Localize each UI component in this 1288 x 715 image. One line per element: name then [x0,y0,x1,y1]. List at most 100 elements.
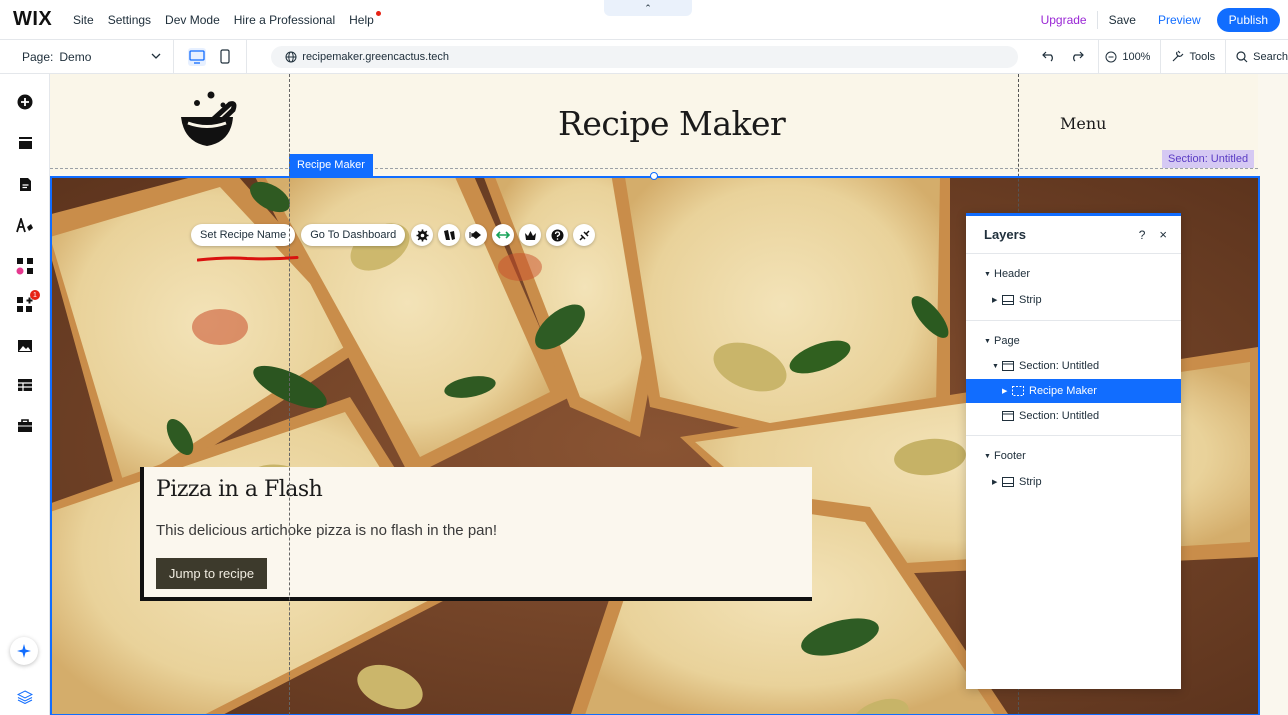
layer-label: Section: Untitled [1019,410,1100,422]
red-annotation-underline [196,250,299,268]
layer-header[interactable]: ▼ Header [966,262,1181,286]
menu-help[interactable]: Help [349,10,381,27]
layer-footer-strip[interactable]: ▶ Strip [966,470,1181,494]
collapse-toolbar-tab[interactable]: ⌃ [604,0,692,16]
design-icon[interactable] [438,224,461,246]
expand-right-icon: ▶ [1002,388,1008,395]
business-icon[interactable] [16,416,34,434]
page-selector[interactable]: Page: Demo [22,50,161,64]
animation-icon[interactable] [465,224,488,246]
expand-down-icon: ▼ [984,270,991,278]
strip-icon [1002,477,1014,487]
menu-dev-mode[interactable]: Dev Mode [165,13,220,27]
layer-label: Strip [1019,294,1042,306]
page-value: Demo [59,49,92,64]
search-label: Search [1253,50,1288,63]
connect-icon[interactable] [573,224,596,246]
layer-section-untitled-2[interactable]: Section: Untitled [966,404,1181,428]
divider [173,39,175,74]
help-icon[interactable]: ? [1139,228,1146,242]
menu-help-label: Help [349,12,374,27]
divider [966,320,1181,321]
menu-site[interactable]: Site [73,13,94,27]
go-to-dashboard-button[interactable]: Go To Dashboard [301,224,406,246]
settings-icon[interactable] [411,224,434,246]
widget-icon [1012,386,1024,396]
upgrade-crown-icon[interactable] [519,224,542,246]
section-label[interactable]: Section: Untitled [1162,150,1255,168]
preview-button[interactable]: Preview [1158,13,1201,27]
divider [1160,39,1162,74]
layer-recipe-maker[interactable]: ▶ Recipe Maker [966,379,1181,403]
search-button[interactable]: Search [1236,51,1288,63]
apps-icon[interactable] [16,257,34,275]
divider [246,39,248,74]
tools-label: Tools [1189,50,1216,63]
site-url-bar[interactable]: recipemaker.greencactus.tech [271,45,1019,68]
media-icon[interactable] [16,337,34,355]
section-icon [1002,411,1014,421]
app-market-icon[interactable]: 1 [16,290,40,314]
top-right-actions: Upgrade Save Preview Publish [1041,0,1288,40]
chevron-down-icon [151,51,161,62]
divider [1098,39,1100,74]
sections-icon[interactable] [16,134,34,152]
top-bar: WIX Site Settings Dev Mode Hire a Profes… [0,0,1288,40]
layer-page[interactable]: ▼ Page [966,329,1181,353]
recipe-card[interactable]: Pizza in a Flash This delicious artichok… [140,467,812,601]
layer-section-untitled[interactable]: ▼ Section: Untitled [966,354,1181,378]
publish-button[interactable]: Publish [1216,8,1280,32]
desktop-view-icon[interactable] [188,47,207,66]
menu-settings[interactable]: Settings [108,13,151,27]
zoom-control[interactable]: 100% [1105,51,1150,63]
expand-down-icon: ▼ [984,337,991,345]
site-title[interactable]: Recipe Maker [558,104,786,143]
site-header[interactable]: Recipe Maker Menu [50,74,1258,174]
layers-title: Layers [984,227,1026,242]
add-elements-icon[interactable] [16,93,34,111]
site-menu[interactable]: Menu [1060,114,1106,133]
redo-icon[interactable] [1070,49,1085,65]
stretch-icon[interactable] [492,224,515,246]
zoom-value: 100% [1122,50,1151,63]
zoom-out-icon [1105,51,1117,63]
help-icon[interactable] [546,224,569,246]
layers-icon[interactable] [16,688,34,706]
close-icon[interactable]: × [1159,227,1167,242]
page-label: Page: [22,49,54,64]
section-icon [1002,361,1014,371]
layer-header-strip[interactable]: ▶ Strip [966,288,1181,312]
wix-logo[interactable]: WIX [13,8,59,31]
expand-down-icon: ▼ [984,452,991,460]
bowl-logo-icon[interactable] [178,90,238,155]
save-button[interactable]: Save [1109,13,1136,27]
expand-down-icon: ▼ [992,362,999,370]
mobile-view-icon[interactable] [216,48,234,66]
expand-right-icon: ▶ [992,297,998,304]
pages-icon[interactable] [16,175,34,193]
resize-handle[interactable] [650,172,658,180]
divider [1225,39,1227,74]
theme-icon[interactable] [16,216,34,234]
cms-icon[interactable] [16,376,34,394]
header-boundary [50,168,1258,169]
search-icon [1236,50,1248,63]
divider [966,435,1181,436]
layer-label: Recipe Maker [1029,385,1097,397]
selected-element-tag[interactable]: Recipe Maker [289,154,373,176]
globe-icon [285,51,297,63]
menu-hire-professional[interactable]: Hire a Professional [234,13,335,27]
upgrade-link[interactable]: Upgrade [1041,13,1087,27]
set-recipe-name-button[interactable]: Set Recipe Name [191,224,296,246]
element-action-bar: Set Recipe Name Go To Dashboard [191,224,600,246]
jump-to-recipe-button[interactable]: Jump to recipe [156,558,267,589]
layer-label: Page [994,335,1020,347]
tools-button[interactable]: Tools [1171,50,1215,63]
recipe-title[interactable]: Pizza in a Flash [156,477,323,502]
undo-icon[interactable] [1042,49,1056,65]
divider [1096,11,1098,29]
grid-guide [289,74,290,715]
ai-assistant-icon[interactable] [10,637,38,665]
recipe-description[interactable]: This delicious artichoke pizza is no fla… [156,522,497,539]
layer-footer[interactable]: ▼ Footer [966,444,1181,468]
